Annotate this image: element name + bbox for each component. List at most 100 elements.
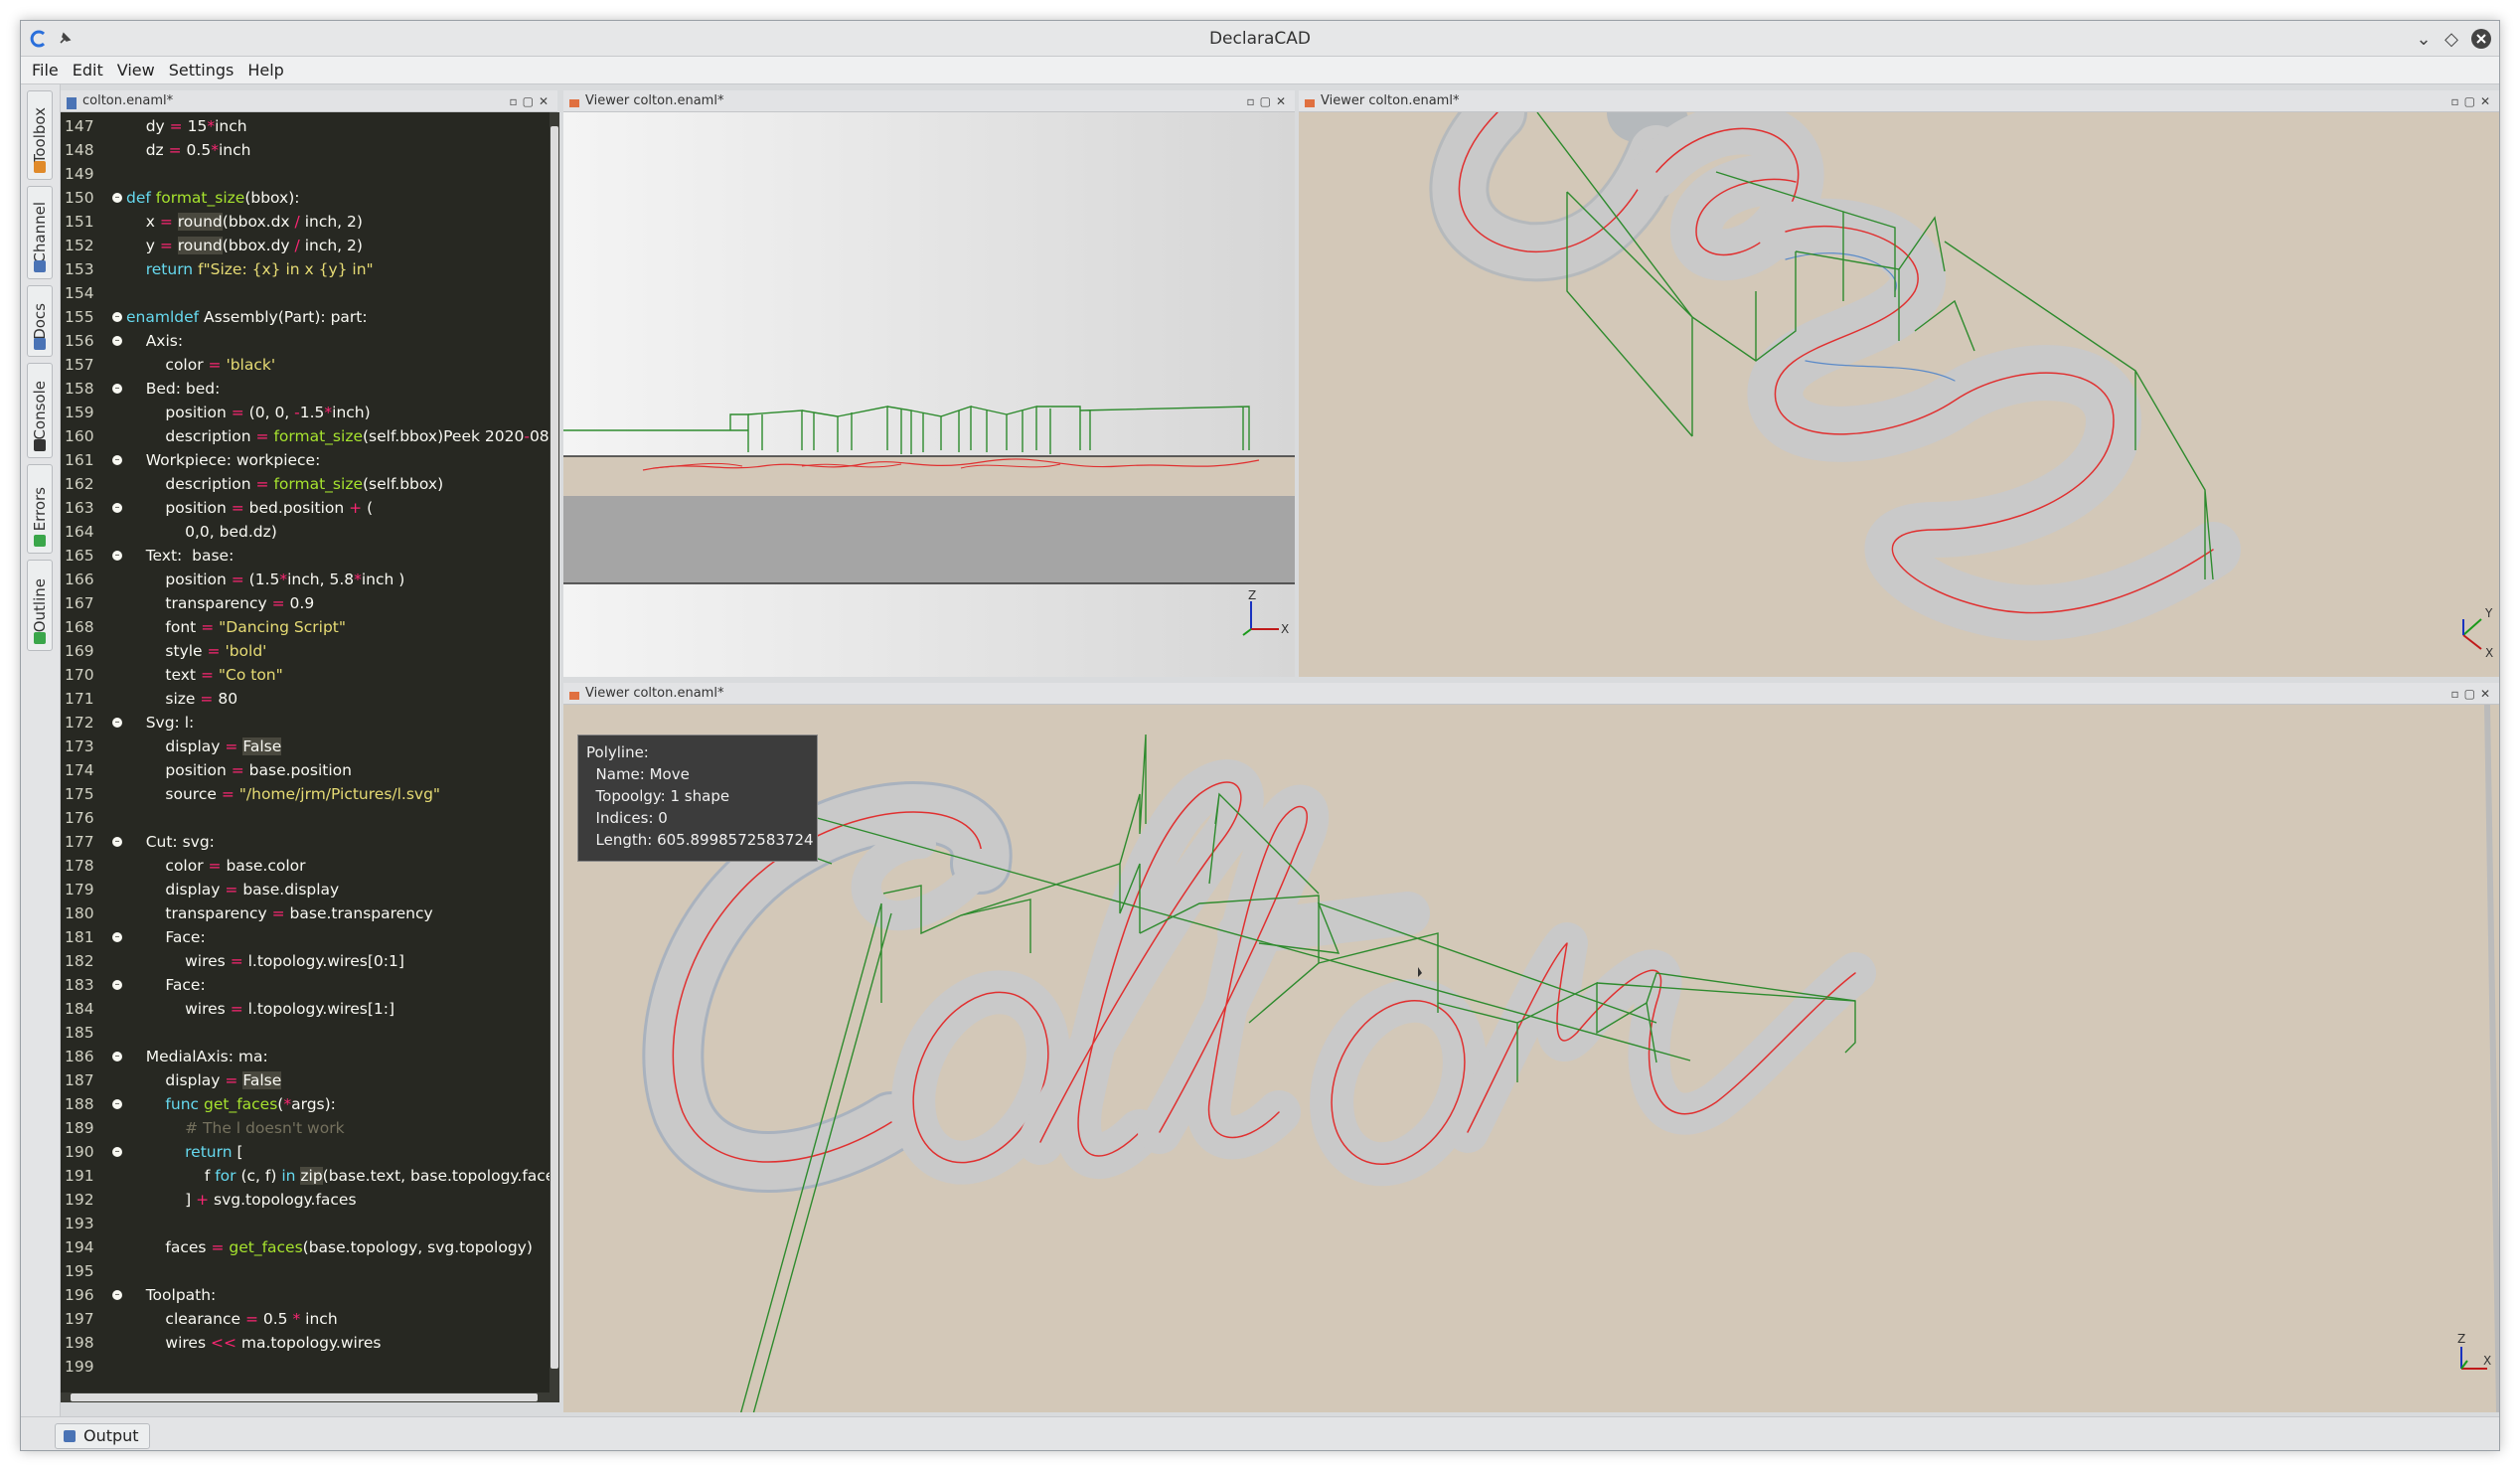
code-line[interactable]: 159 position = (0, 0, -1.5*inch) bbox=[61, 401, 548, 424]
fold-toggle-icon[interactable]: – bbox=[112, 193, 122, 203]
code-line[interactable]: 184 wires = l.topology.wires[1:] bbox=[61, 997, 548, 1021]
code-line[interactable]: 176 bbox=[61, 806, 548, 830]
tab-docs[interactable]: Docs bbox=[27, 285, 53, 357]
tab-channel[interactable]: Channel bbox=[27, 186, 53, 279]
code-line[interactable]: 149 bbox=[61, 162, 548, 186]
code-line[interactable]: 195 bbox=[61, 1259, 548, 1283]
viewer-3-viewport[interactable]: Z X bbox=[563, 705, 2499, 1412]
fold-toggle-icon[interactable]: – bbox=[112, 336, 122, 346]
tab-outline[interactable]: Outline bbox=[27, 560, 53, 651]
code-line[interactable]: 185 bbox=[61, 1021, 548, 1045]
code-line[interactable]: 165 – Text: base: bbox=[61, 544, 548, 568]
code-line[interactable]: 182 wires = l.topology.wires[0:1] bbox=[61, 949, 548, 973]
code-line[interactable]: 162 description = format_size(self.bbox) bbox=[61, 472, 548, 496]
editor-horizontal-scrollbar[interactable] bbox=[61, 1392, 550, 1402]
tooltip-line: Name: Move bbox=[586, 765, 690, 783]
tab-output[interactable]: Output bbox=[55, 1423, 150, 1449]
code-line[interactable]: 164 0,0, bed.dz) bbox=[61, 520, 548, 544]
code-line[interactable]: 175 source = "/home/jrm/Pictures/l.svg" bbox=[61, 782, 548, 806]
code-line[interactable]: 192 ] + svg.topology.faces bbox=[61, 1188, 548, 1212]
code-line[interactable]: 167 transparency = 0.9 bbox=[61, 591, 548, 615]
viewer-2-viewport[interactable]: Y X bbox=[1299, 112, 2499, 677]
code-line[interactable]: 156 – Axis: bbox=[61, 329, 548, 353]
code-line[interactable]: 151 x = round(bbox.dx / inch, 2) bbox=[61, 210, 548, 234]
fold-toggle-icon[interactable]: – bbox=[112, 455, 122, 465]
code-line[interactable]: 166 position = (1.5*inch, 5.8*inch ) bbox=[61, 568, 548, 591]
code-line[interactable]: 173 display = False bbox=[61, 735, 548, 758]
editor-tab-header[interactable]: colton.enaml* ▫▢✕ bbox=[61, 90, 557, 112]
tab-errors[interactable]: Errors bbox=[27, 464, 53, 554]
code-line[interactable]: 170 text = "Co ton" bbox=[61, 663, 548, 687]
tab-console[interactable]: Console bbox=[27, 363, 53, 458]
code-line[interactable]: 178 color = base.color bbox=[61, 854, 548, 878]
panel-controls[interactable]: ▫▢✕ bbox=[2450, 90, 2495, 112]
editor-vertical-scrollbar[interactable] bbox=[550, 112, 559, 1402]
viewer-2-header[interactable]: Viewer colton.enaml* ▫▢✕ bbox=[1299, 90, 2499, 112]
code-line[interactable]: 171 size = 80 bbox=[61, 687, 548, 711]
fold-toggle-icon[interactable]: – bbox=[112, 503, 122, 513]
code-line[interactable]: 179 display = base.display bbox=[61, 878, 548, 901]
code-line[interactable]: 163 – position = bed.position + ( bbox=[61, 496, 548, 520]
code-line[interactable]: 177 – Cut: svg: bbox=[61, 830, 548, 854]
code-line[interactable]: 186 – MedialAxis: ma: bbox=[61, 1045, 548, 1068]
code-line[interactable]: 157 color = 'black' bbox=[61, 353, 548, 377]
code-line[interactable]: 194 faces = get_faces(base.topology, svg… bbox=[61, 1235, 548, 1259]
viewer-1-viewport[interactable]: Z X bbox=[563, 112, 1295, 677]
tab-toolbox[interactable]: Toolbox bbox=[27, 90, 53, 180]
code-line[interactable]: 148 dz = 0.5*inch bbox=[61, 138, 548, 162]
fold-toggle-icon[interactable]: – bbox=[112, 837, 122, 847]
viewer-3-header[interactable]: Viewer colton.enaml* ▫▢✕ bbox=[563, 683, 2499, 705]
code-line[interactable]: 189 # The l doesn't work bbox=[61, 1116, 548, 1140]
fold-toggle-icon[interactable]: – bbox=[112, 1099, 122, 1109]
panel-controls[interactable]: ▫▢✕ bbox=[2450, 683, 2495, 705]
code-line[interactable]: 152 y = round(bbox.dy / inch, 2) bbox=[61, 234, 548, 257]
fold-toggle-icon[interactable]: – bbox=[112, 1290, 122, 1300]
code-line[interactable]: 193 bbox=[61, 1212, 548, 1235]
close-icon[interactable] bbox=[2469, 27, 2493, 51]
code-line[interactable]: 150 – def format_size(bbox): bbox=[61, 186, 548, 210]
fold-toggle-icon[interactable]: – bbox=[112, 718, 122, 728]
maximize-icon[interactable]: ◇ bbox=[2440, 27, 2463, 51]
code-text: color = base.color bbox=[126, 857, 306, 875]
fold-toggle-icon[interactable]: – bbox=[112, 1052, 122, 1062]
code-line[interactable]: 180 transparency = base.transparency bbox=[61, 901, 548, 925]
viewer-1-header[interactable]: Viewer colton.enaml* ▫▢✕ bbox=[563, 90, 1295, 112]
code-line[interactable]: 199 bbox=[61, 1355, 548, 1379]
menu-settings[interactable]: Settings bbox=[162, 57, 241, 84]
code-line[interactable]: 158 – Bed: bed: bbox=[61, 377, 548, 401]
fold-toggle-icon[interactable]: – bbox=[112, 932, 122, 942]
code-editor[interactable]: 147 dy = 15*inch 148 dz = 0.5*inch 149 150–… bbox=[61, 112, 559, 1402]
code-line[interactable]: 198 wires << ma.topology.wires bbox=[61, 1331, 548, 1355]
panel-controls[interactable]: ▫▢✕ bbox=[509, 90, 553, 112]
code-line[interactable]: 169 style = 'bold' bbox=[61, 639, 548, 663]
fold-toggle-icon[interactable]: – bbox=[112, 384, 122, 394]
panel-controls[interactable]: ▫▢✕ bbox=[1246, 90, 1291, 112]
code-line[interactable]: 191 f for (c, f) in zip(base.text, base.… bbox=[61, 1164, 559, 1188]
code-line[interactable]: 197 clearance = 0.5 * inch bbox=[61, 1307, 548, 1331]
code-line[interactable]: 187 display = False bbox=[61, 1068, 548, 1092]
minimize-icon[interactable]: ⌄ bbox=[2412, 27, 2436, 51]
menu-view[interactable]: View bbox=[110, 57, 162, 84]
code-line[interactable]: 153 return f"Size: {x} in x {y} in" bbox=[61, 257, 548, 281]
code-line[interactable]: 168 font = "Dancing Script" bbox=[61, 615, 548, 639]
code-line[interactable]: 161 – Workpiece: workpiece: bbox=[61, 448, 548, 472]
code-line[interactable]: 154 bbox=[61, 281, 548, 305]
code-line[interactable]: 190 – return [ bbox=[61, 1140, 548, 1164]
fold-toggle-icon[interactable]: – bbox=[112, 551, 122, 561]
code-line[interactable]: 160 description = format_size(self.bbox)… bbox=[61, 424, 554, 448]
code-line[interactable]: 188 – func get_faces(*args): bbox=[61, 1092, 548, 1116]
code-line[interactable]: 174 position = base.position bbox=[61, 758, 548, 782]
code-line[interactable]: 172 – Svg: l: bbox=[61, 711, 548, 735]
menu-file[interactable]: File bbox=[25, 57, 66, 84]
code-line[interactable]: 183 – Face: bbox=[61, 973, 548, 997]
code-line[interactable]: 181 – Face: bbox=[61, 925, 548, 949]
code-line[interactable]: 155 – enamldef Assembly(Part): part: bbox=[61, 305, 548, 329]
menu-help[interactable]: Help bbox=[240, 57, 290, 84]
code-line[interactable]: 196 – Toolpath: bbox=[61, 1283, 548, 1307]
fold-toggle-icon[interactable]: – bbox=[112, 312, 122, 322]
menu-edit[interactable]: Edit bbox=[66, 57, 110, 84]
code-text: wires = l.topology.wires[1:] bbox=[126, 1000, 395, 1018]
code-line[interactable]: 147 dy = 15*inch bbox=[61, 114, 548, 138]
fold-toggle-icon[interactable]: – bbox=[112, 980, 122, 990]
fold-toggle-icon[interactable]: – bbox=[112, 1147, 122, 1157]
